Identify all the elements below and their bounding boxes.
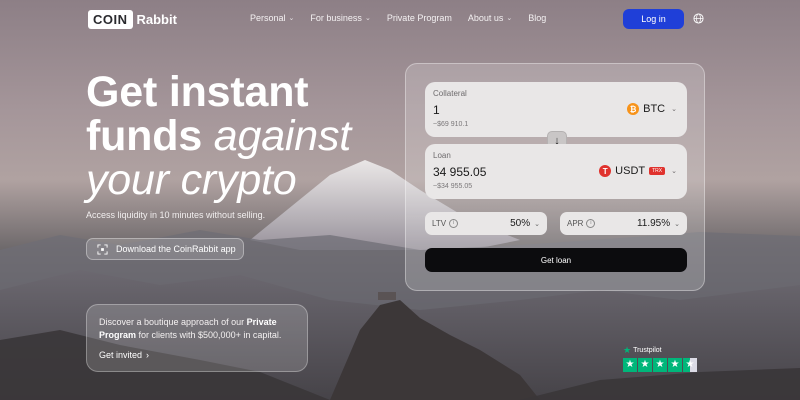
hero-title-line1: Get instant xyxy=(86,68,309,116)
chevron-down-icon: ⌄ xyxy=(506,15,513,22)
chevron-down-icon: ⌄ xyxy=(364,15,371,22)
collateral-currency-select[interactable]: ₿ BTC ⌄ xyxy=(627,103,677,115)
half-star-icon: ★ xyxy=(683,358,697,372)
ltv-label: LTV xyxy=(432,219,447,228)
loan-currency-select[interactable]: T USDT TRX ⌄ xyxy=(599,165,677,177)
nav-label: For business xyxy=(310,13,362,23)
get-invited-label: Get invited xyxy=(99,350,143,360)
star-icon: ★ xyxy=(623,358,637,372)
trustpilot-star-icon: ★ xyxy=(623,345,632,355)
login-button[interactable]: Log in xyxy=(623,9,684,29)
loan-input[interactable]: 34 955.05 xyxy=(433,165,486,179)
loan-label: Loan xyxy=(433,151,451,160)
collateral-label: Collateral xyxy=(433,89,467,98)
ltv-select[interactable]: LTV i 50% ⌄ xyxy=(425,212,547,235)
logo-text: Rabbit xyxy=(136,11,177,27)
nav-personal[interactable]: Personal ⌄ xyxy=(250,13,294,23)
nav-for-business[interactable]: For business ⌄ xyxy=(310,13,370,23)
get-loan-button[interactable]: Get loan xyxy=(425,248,687,272)
trustpilot-brand: ★ Trustpilot xyxy=(623,346,697,355)
tether-icon: T xyxy=(599,165,612,177)
star-icon: ★ xyxy=(668,358,682,372)
private-text-before: Discover a boutique approach of our xyxy=(99,317,247,327)
collateral-field[interactable]: Collateral 1 ~$69 910.1 ₿ BTC ⌄ xyxy=(425,82,687,137)
hero-title-line3: your crypto xyxy=(86,156,297,204)
chevron-right-icon: › xyxy=(146,350,150,360)
chevron-down-icon: ⌄ xyxy=(674,220,680,228)
nav-label: About us xyxy=(467,13,504,23)
trustpilot-rating: ★ ★ ★ ★ ★ xyxy=(623,358,697,372)
ltv-value: 50% xyxy=(510,218,531,229)
private-program-card: Discover a boutique approach of our Priv… xyxy=(86,304,308,372)
chevron-down-icon: ⌄ xyxy=(671,168,677,175)
page: COIN Rabbit Personal ⌄ For business ⌄ Pr… xyxy=(0,0,800,400)
coinrabbit-logo[interactable]: COIN Rabbit xyxy=(88,9,177,29)
download-app-label: Download the CoinRabbit app xyxy=(116,244,236,254)
download-app-button[interactable]: Download the CoinRabbit app xyxy=(86,238,244,260)
hero-subtitle: Access liquidity in 10 minutes without s… xyxy=(86,210,266,220)
nav-about-us[interactable]: About us ⌄ xyxy=(468,13,512,23)
bitcoin-icon: ₿ xyxy=(627,103,640,115)
loan-field[interactable]: Loan 34 955.05 ~$34 955.05 T USDT TRX ⌄ xyxy=(425,144,687,199)
hero-title-bold: funds xyxy=(86,112,214,160)
apr-label: APR xyxy=(567,219,584,228)
get-invited-link[interactable]: Get invited › xyxy=(99,350,295,360)
info-icon[interactable]: i xyxy=(449,219,459,228)
chevron-down-icon: ⌄ xyxy=(671,106,677,113)
hero-title-line2: funds against xyxy=(86,114,351,158)
loan-currency: USDT xyxy=(615,165,646,177)
chevron-down-icon: ⌄ xyxy=(534,220,540,228)
nav-label: Private Program xyxy=(386,13,452,23)
trustpilot-widget[interactable]: ★ Trustpilot ★ ★ ★ ★ ★ xyxy=(623,346,697,372)
private-text-after: for clients with $500,000+ in capital. xyxy=(136,330,282,340)
network-badge: TRX xyxy=(649,167,666,175)
private-program-text: Discover a boutique approach of our Priv… xyxy=(99,316,295,342)
ltv-label-wrap: LTV i xyxy=(432,219,459,228)
qr-code-icon xyxy=(97,243,108,255)
apr-label-wrap: APR i xyxy=(567,219,596,228)
star-icon: ★ xyxy=(653,358,667,372)
loan-usd: ~$34 955.05 xyxy=(433,183,473,190)
nav-private-program[interactable]: Private Program xyxy=(387,13,452,23)
star-icon: ★ xyxy=(638,358,652,372)
chevron-down-icon: ⌄ xyxy=(288,15,295,22)
loan-calculator: Collateral 1 ~$69 910.1 ₿ BTC ⌄ ↓ Loan 3… xyxy=(405,63,705,291)
globe-icon[interactable] xyxy=(693,13,704,24)
nav-label: Blog xyxy=(528,13,547,23)
main-nav: Personal ⌄ For business ⌄ Private Progra… xyxy=(250,13,546,23)
apr-value: 11.95% xyxy=(636,218,671,229)
trustpilot-label: Trustpilot xyxy=(633,347,662,354)
info-icon[interactable]: i xyxy=(586,219,596,228)
collateral-input[interactable]: 1 xyxy=(433,103,440,117)
hero-title: Get instant funds against your crypto xyxy=(86,70,351,202)
hero-title-italic: against xyxy=(213,112,352,160)
collateral-currency: BTC xyxy=(643,103,666,115)
collateral-usd: ~$69 910.1 xyxy=(433,121,469,128)
nav-label: Personal xyxy=(250,13,286,23)
apr-select[interactable]: APR i 11.95% ⌄ xyxy=(560,212,687,235)
nav-blog[interactable]: Blog xyxy=(528,13,546,23)
logo-box: COIN xyxy=(88,9,133,29)
